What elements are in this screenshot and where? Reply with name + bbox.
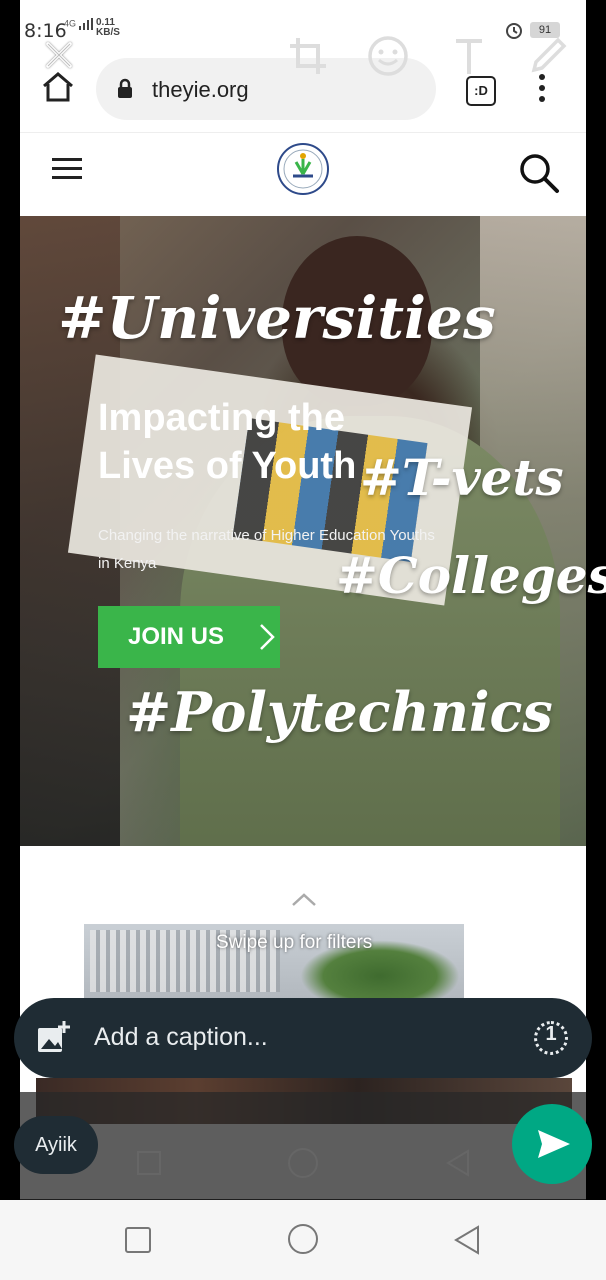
tab-switcher-button[interactable]: :D	[466, 76, 496, 106]
tag-universities: #Universities	[58, 284, 496, 352]
close-icon[interactable]	[42, 38, 76, 72]
speed-unit: KB/S	[96, 27, 120, 38]
tag-colleges: #Colleges	[336, 546, 606, 605]
chevron-right-icon	[260, 624, 275, 650]
crop-rotate-icon[interactable]	[286, 34, 330, 78]
network-indicator: 4G	[64, 18, 93, 30]
chevron-up-icon[interactable]	[290, 892, 318, 908]
ghost-circle-icon	[288, 1148, 318, 1178]
recent-apps-icon[interactable]	[124, 1226, 152, 1254]
home-icon[interactable]	[40, 70, 76, 104]
hamburger-menu-icon[interactable]	[52, 158, 82, 180]
emoji-icon[interactable]	[366, 34, 410, 78]
ghost-square-icon	[137, 1151, 161, 1175]
caption-input[interactable]: Add a caption...	[94, 1023, 268, 1052]
lock-icon	[118, 78, 132, 98]
send-icon	[538, 1130, 570, 1158]
network-speed: 0.11 KB/S	[96, 18, 120, 38]
network-type: 4G	[64, 18, 77, 29]
ghost-back-icon	[446, 1149, 469, 1177]
pencil-icon[interactable]	[526, 34, 570, 78]
back-icon[interactable]	[452, 1224, 482, 1256]
home-button-icon[interactable]	[286, 1222, 320, 1256]
alarm-icon	[506, 23, 522, 39]
hero-title-line1: Impacting the	[98, 397, 346, 439]
search-icon[interactable]	[518, 152, 560, 194]
view-once-label: 1	[545, 1023, 557, 1045]
add-image-icon[interactable]	[36, 1020, 70, 1054]
site-logo[interactable]	[276, 142, 330, 196]
url-text[interactable]: theyie.org	[152, 77, 249, 103]
signal-icon	[78, 18, 93, 30]
recipient-chip[interactable]: Ayiik	[14, 1116, 98, 1174]
swipe-up-hint: Swipe up for filters	[216, 932, 373, 953]
text-icon[interactable]	[452, 36, 486, 76]
tag-tvets: #T-vets	[360, 448, 564, 507]
join-us-button[interactable]: JOIN US	[98, 606, 280, 668]
tag-polytechnics: #Polytechnics	[126, 680, 553, 744]
join-us-label: JOIN US	[128, 623, 225, 650]
